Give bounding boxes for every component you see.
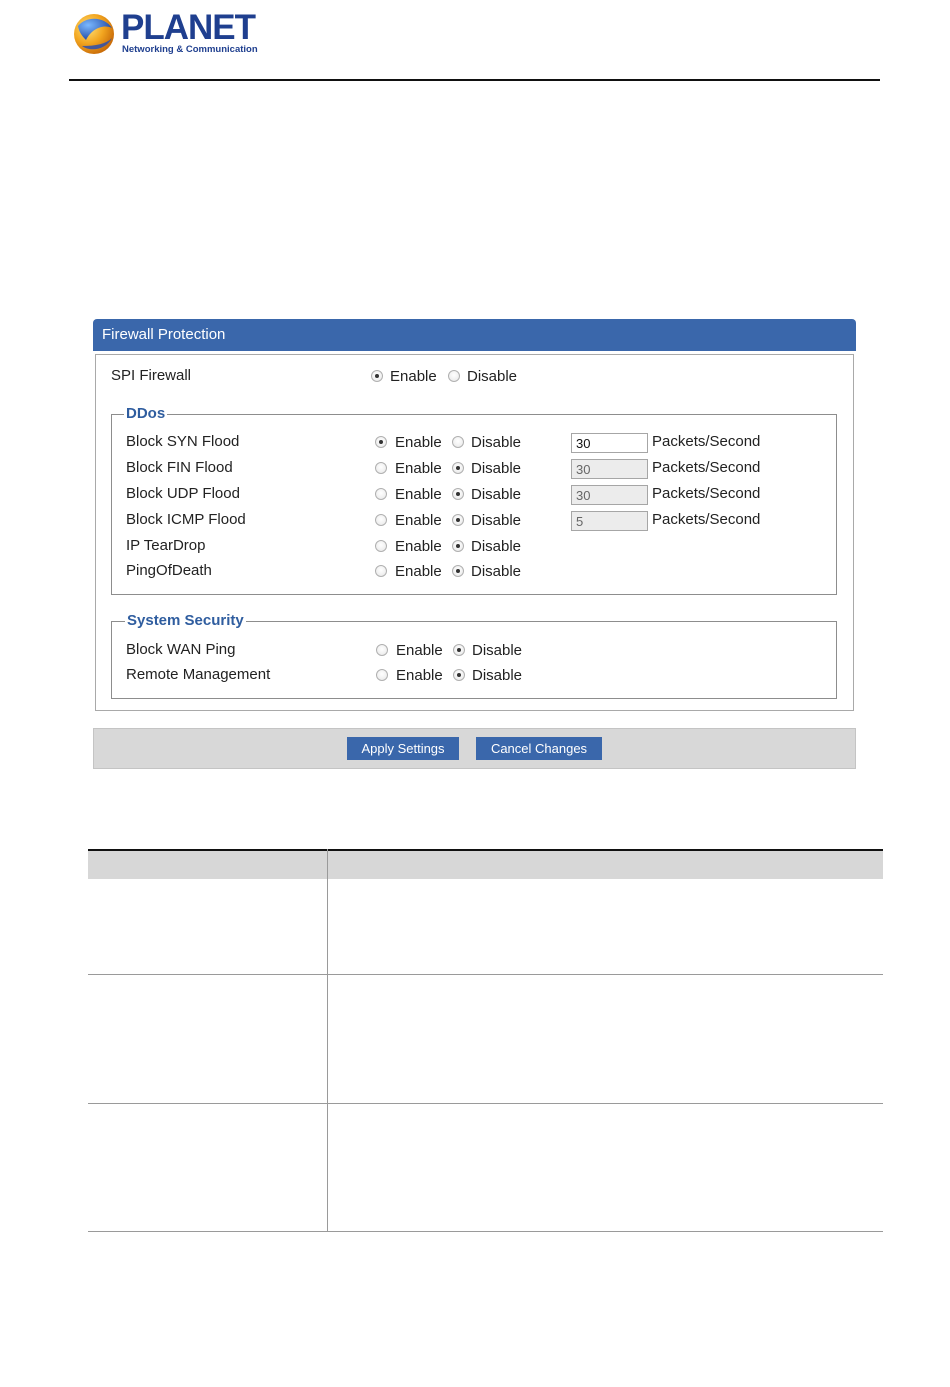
spi-firewall-enable-radio[interactable] [371, 370, 383, 382]
block-syn-flood-enable-label[interactable]: Enable [395, 434, 442, 452]
ip-teardrop-disable-label[interactable]: Disable [471, 538, 521, 556]
table-row-divider [88, 1103, 883, 1104]
block-syn-flood-enable-radio[interactable] [375, 436, 387, 448]
block-udp-flood-disable-label[interactable]: Disable [471, 486, 521, 504]
table-header [88, 849, 883, 879]
planet-logo: PLANET Networking & Communication [72, 8, 258, 58]
ping-of-death-enable-radio[interactable] [375, 565, 387, 577]
block-syn-flood-disable-radio[interactable] [452, 436, 464, 448]
block-wan-ping-enable-label[interactable]: Enable [396, 642, 443, 660]
ping-of-death-disable-radio[interactable] [452, 565, 464, 577]
block-udp-flood-unit: Packets/Second [652, 485, 761, 502]
button-bar [93, 728, 856, 769]
block-syn-flood-unit: Packets/Second [652, 433, 761, 450]
ip-teardrop-enable-label[interactable]: Enable [395, 538, 442, 556]
remote-management-enable-radio[interactable] [376, 669, 388, 681]
block-icmp-flood-enable-label[interactable]: Enable [395, 512, 442, 530]
ip-teardrop-label: IP TearDrop [126, 537, 206, 554]
brand-name: PLANET [121, 8, 256, 47]
apply-settings-button[interactable]: Apply Settings [347, 737, 459, 760]
remote-management-disable-label[interactable]: Disable [472, 667, 522, 685]
block-syn-flood-disable-label[interactable]: Disable [471, 434, 521, 452]
block-fin-flood-label: Block FIN Flood [126, 459, 233, 476]
ddos-legend: DDos [124, 405, 168, 423]
panel-title: Firewall Protection [93, 319, 856, 351]
block-fin-flood-disable-radio[interactable] [452, 462, 464, 474]
remote-management-disable-radio[interactable] [453, 669, 465, 681]
block-wan-ping-label: Block WAN Ping [126, 641, 236, 658]
ping-of-death-enable-label[interactable]: Enable [395, 563, 442, 581]
table-row-divider [88, 1231, 883, 1232]
globe-logo-icon [74, 14, 114, 54]
block-fin-flood-disable-label[interactable]: Disable [471, 460, 521, 478]
remote-management-enable-label[interactable]: Enable [396, 667, 443, 685]
brand-tagline: Networking & Communication [122, 44, 258, 55]
block-fin-flood-enable-radio[interactable] [375, 462, 387, 474]
block-icmp-flood-label: Block ICMP Flood [126, 511, 246, 528]
block-udp-flood-enable-radio[interactable] [375, 488, 387, 500]
ip-teardrop-enable-radio[interactable] [375, 540, 387, 552]
block-wan-ping-disable-label[interactable]: Disable [472, 642, 522, 660]
system-security-fieldset [111, 621, 837, 699]
block-udp-flood-label: Block UDP Flood [126, 485, 240, 502]
block-fin-flood-unit: Packets/Second [652, 459, 761, 476]
spi-firewall-enable-label[interactable]: Enable [390, 368, 437, 386]
table-row-divider [88, 974, 883, 975]
block-icmp-flood-disable-label[interactable]: Disable [471, 512, 521, 530]
cancel-changes-button[interactable]: Cancel Changes [476, 737, 602, 760]
block-udp-flood-disable-radio[interactable] [452, 488, 464, 500]
ping-of-death-label: PingOfDeath [126, 562, 212, 579]
block-icmp-flood-unit: Packets/Second [652, 511, 761, 528]
block-udp-flood-rate-input [571, 485, 648, 505]
block-icmp-flood-disable-radio[interactable] [452, 514, 464, 526]
block-fin-flood-rate-input [571, 459, 648, 479]
remote-management-label: Remote Management [126, 666, 271, 683]
spi-firewall-label: SPI Firewall [111, 367, 192, 384]
block-icmp-flood-enable-radio[interactable] [375, 514, 387, 526]
ip-teardrop-disable-radio[interactable] [452, 540, 464, 552]
ping-of-death-disable-label[interactable]: Disable [471, 563, 521, 581]
spi-firewall-disable-radio[interactable] [448, 370, 460, 382]
header-divider [69, 79, 880, 81]
table-column-divider [327, 849, 328, 1232]
block-udp-flood-enable-label[interactable]: Enable [395, 486, 442, 504]
block-icmp-flood-rate-input [571, 511, 648, 531]
block-wan-ping-disable-radio[interactable] [453, 644, 465, 656]
block-wan-ping-enable-radio[interactable] [376, 644, 388, 656]
block-fin-flood-enable-label[interactable]: Enable [395, 460, 442, 478]
block-syn-flood-rate-input[interactable] [571, 433, 648, 453]
block-syn-flood-label: Block SYN Flood [126, 433, 240, 450]
spi-firewall-disable-label[interactable]: Disable [467, 368, 517, 386]
system-security-legend: System Security [125, 612, 246, 630]
